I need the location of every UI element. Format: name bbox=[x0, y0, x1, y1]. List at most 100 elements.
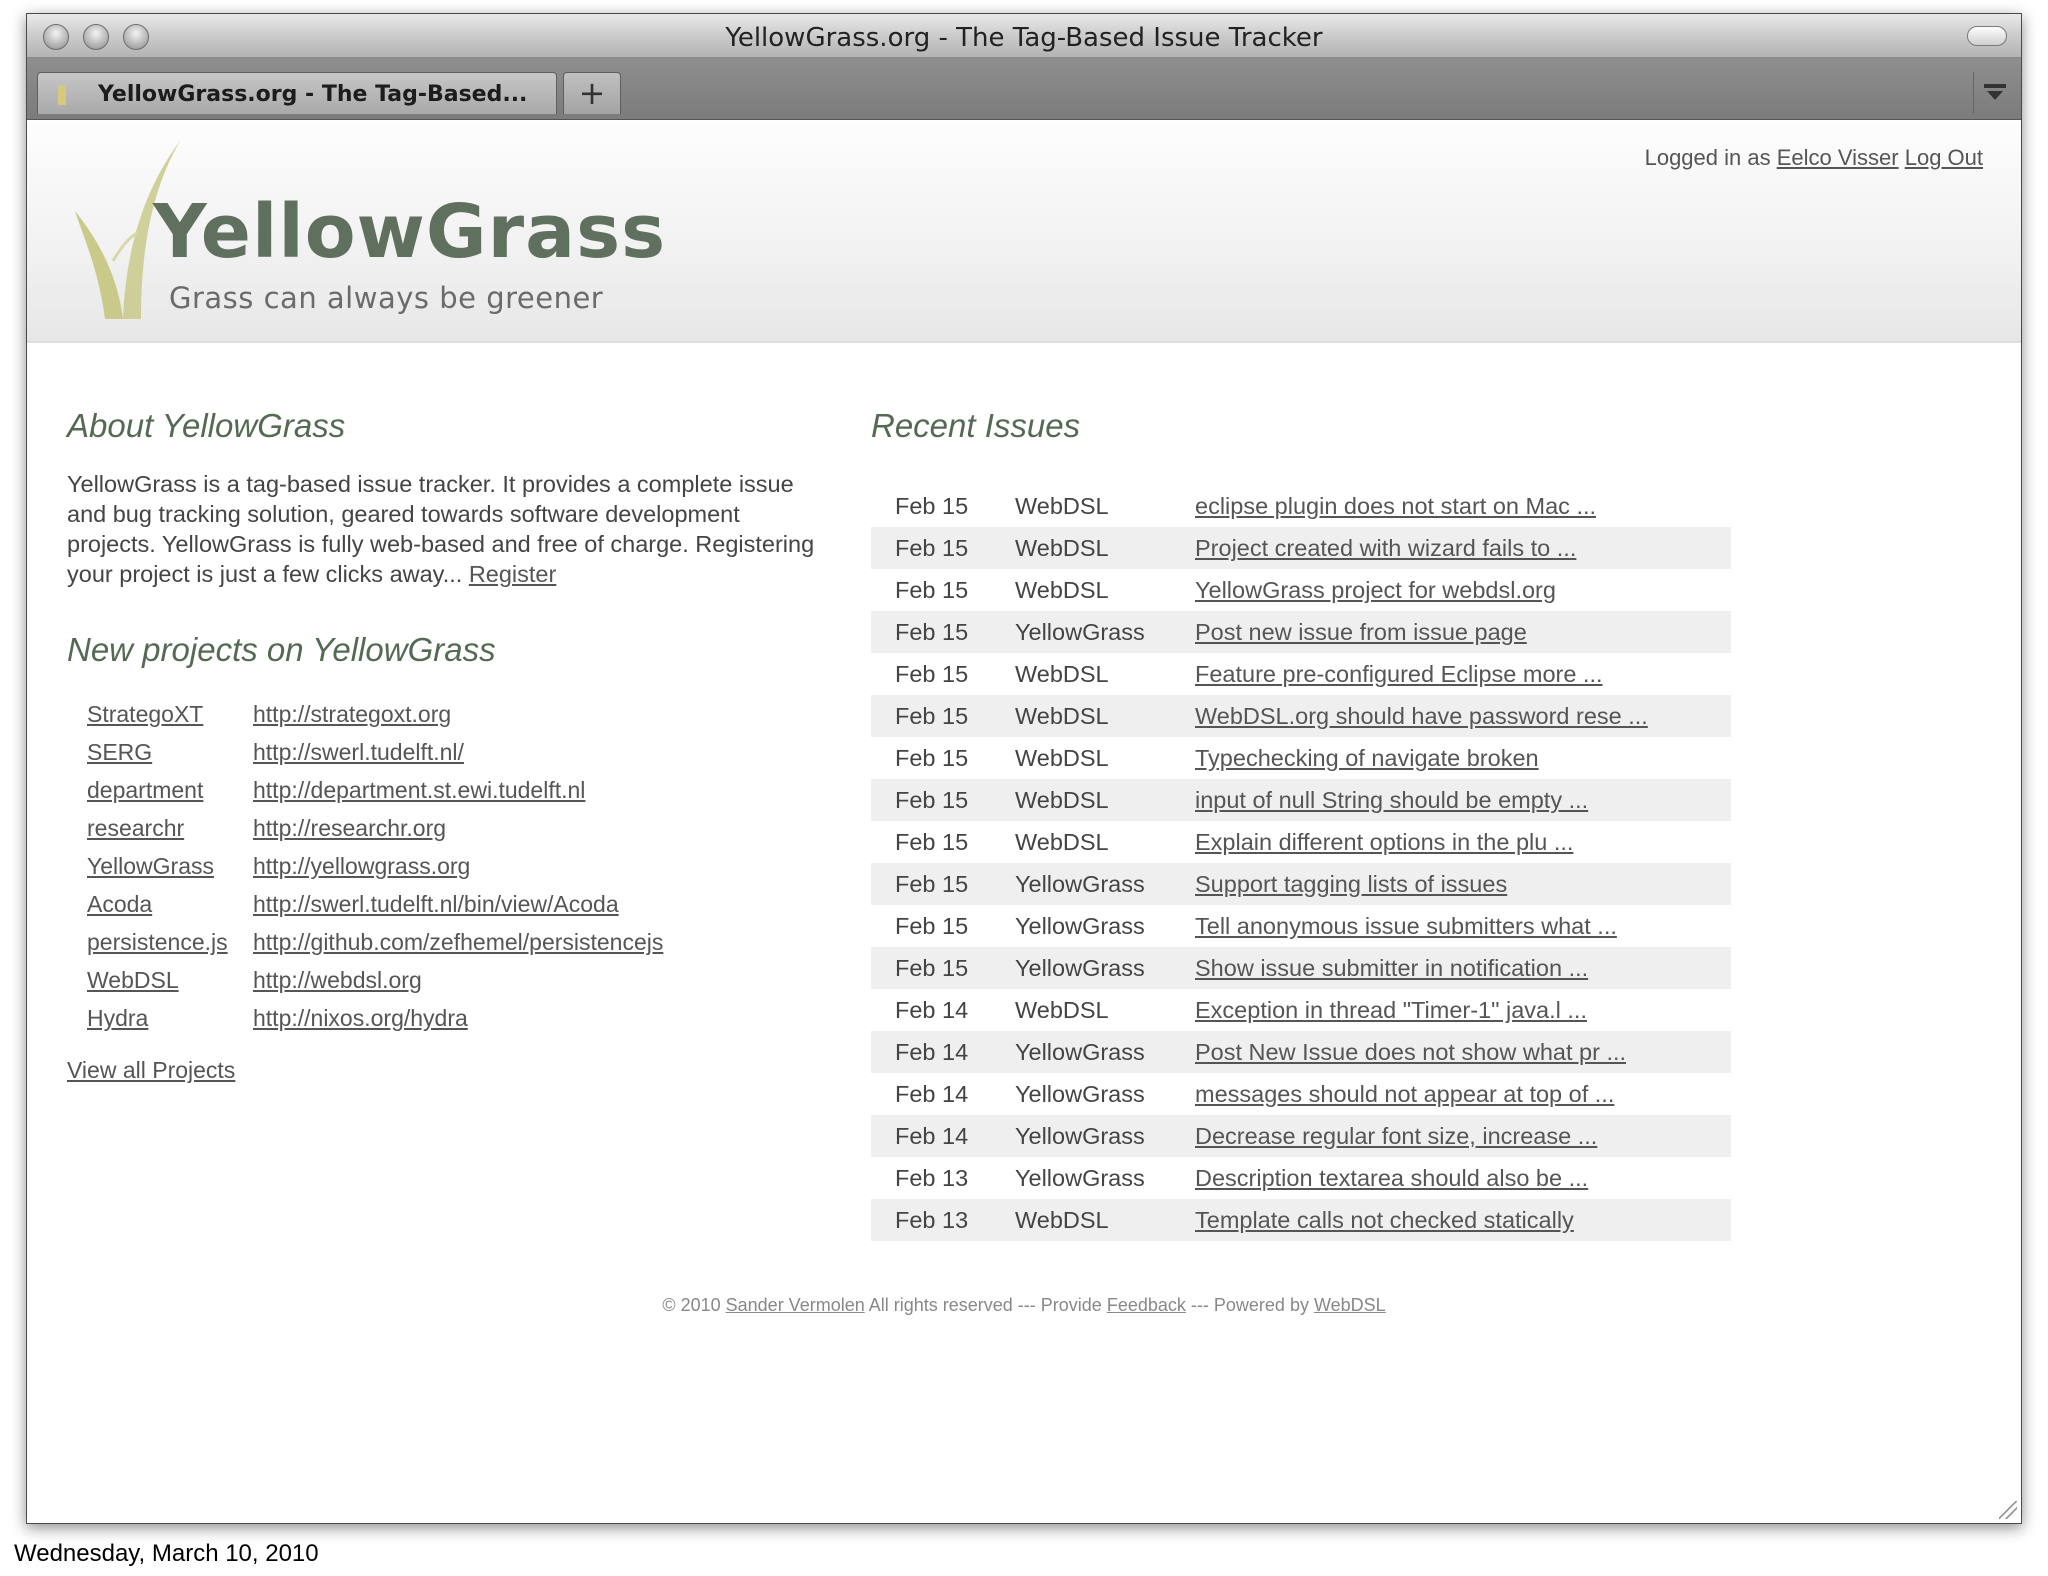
issue-title-link[interactable]: Post New Issue does not show what pr ... bbox=[1195, 1039, 1626, 1065]
issue-title-link[interactable]: Post new issue from issue page bbox=[1195, 619, 1527, 645]
tab-label: YellowGrass.org - The Tag-Based... bbox=[98, 82, 528, 107]
issue-title-link[interactable]: Tell anonymous issue submitters what ... bbox=[1195, 913, 1617, 939]
issue-title-cell: Tell anonymous issue submitters what ... bbox=[1195, 905, 1731, 947]
project-name-link[interactable]: YellowGrass bbox=[87, 853, 214, 879]
view-all-projects-link[interactable]: View all Projects bbox=[67, 1057, 235, 1084]
author-link[interactable]: Sander Vermolen bbox=[726, 1295, 865, 1315]
issue-title-link[interactable]: messages should not appear at top of ... bbox=[1195, 1081, 1614, 1107]
issue-title-link[interactable]: Decrease regular font size, increase ... bbox=[1195, 1123, 1597, 1149]
issue-row: Feb 15 YellowGrass Show issue submitter in… bbox=[871, 947, 1731, 989]
tab-overflow-menu-icon[interactable] bbox=[1973, 72, 2013, 114]
tab-yellowgrass[interactable]: YellowGrass.org - The Tag-Based... bbox=[37, 72, 557, 114]
register-link[interactable]: Register bbox=[469, 561, 557, 587]
project-name-cell: WebDSL bbox=[67, 961, 253, 999]
project-url-link[interactable]: http://swerl.tudelft.nl/ bbox=[253, 739, 464, 765]
project-row: Acoda http://swerl.tudelft.nl/bin/view/Ac… bbox=[67, 885, 663, 923]
user-profile-link[interactable]: Eelco Visser bbox=[1777, 145, 1899, 170]
logout-link[interactable]: Log Out bbox=[1905, 145, 1983, 170]
webdsl-link[interactable]: WebDSL bbox=[1314, 1295, 1386, 1315]
issue-title-link[interactable]: Typechecking of navigate broken bbox=[1195, 745, 1539, 771]
project-url-link[interactable]: http://researchr.org bbox=[253, 815, 446, 841]
issue-date: Feb 14 bbox=[895, 996, 969, 1023]
project-url-link[interactable]: http://department.st.ewi.tudelft.nl bbox=[253, 777, 585, 803]
project-url-cell: http://department.st.ewi.tudelft.nl bbox=[253, 771, 663, 809]
issue-project: WebDSL bbox=[1015, 576, 1109, 603]
issue-date: Feb 15 bbox=[895, 786, 969, 813]
project-row: persistence.js http://github.com/zefhemel… bbox=[67, 923, 663, 961]
issue-date: Feb 15 bbox=[895, 954, 969, 981]
issue-row: Feb 15 WebDSL eclipse plugin does not star… bbox=[871, 485, 1731, 527]
issue-project: WebDSL bbox=[1015, 702, 1109, 729]
issue-title-cell: input of null String should be empty ... bbox=[1195, 779, 1731, 821]
project-name-cell: Hydra bbox=[67, 999, 253, 1037]
logo-title[interactable]: YellowGrass bbox=[153, 189, 666, 275]
issue-date: Feb 15 bbox=[895, 660, 969, 687]
project-name-cell: YellowGrass bbox=[67, 847, 253, 885]
resize-grip-icon[interactable] bbox=[1999, 1501, 2017, 1519]
issue-row: Feb 15 WebDSL Explain different options in… bbox=[871, 821, 1731, 863]
issue-date: Feb 15 bbox=[895, 744, 969, 771]
project-name-link[interactable]: Acoda bbox=[87, 891, 152, 917]
project-url-cell: http://strategoxt.org bbox=[253, 695, 663, 733]
project-name-link[interactable]: StrategoXT bbox=[87, 701, 203, 727]
issue-title-link[interactable]: Support tagging lists of issues bbox=[1195, 871, 1507, 897]
copyright-text: © 2010 bbox=[662, 1295, 721, 1315]
issue-date: Feb 15 bbox=[895, 702, 969, 729]
issue-title-link[interactable]: Feature pre-configured Eclipse more ... bbox=[1195, 661, 1603, 687]
project-url-link[interactable]: http://yellowgrass.org bbox=[253, 853, 470, 879]
project-url-link[interactable]: http://strategoxt.org bbox=[253, 701, 451, 727]
issue-date: Feb 14 bbox=[895, 1080, 969, 1107]
issue-date: Feb 15 bbox=[895, 534, 969, 561]
issue-title-link[interactable]: Show issue submitter in notification ... bbox=[1195, 955, 1588, 981]
issue-title-link[interactable]: Description textarea should also be ... bbox=[1195, 1165, 1588, 1191]
issue-project: WebDSL bbox=[1015, 996, 1109, 1023]
project-row: YellowGrass http://yellowgrass.org bbox=[67, 847, 663, 885]
issue-project: WebDSL bbox=[1015, 492, 1109, 519]
about-heading: About YellowGrass bbox=[67, 407, 346, 444]
issue-row: Feb 15 WebDSL input of null String should … bbox=[871, 779, 1731, 821]
project-name-link[interactable]: SERG bbox=[87, 739, 152, 765]
tab-strip: YellowGrass.org - The Tag-Based... + bbox=[27, 58, 2021, 120]
issue-title-cell: WebDSL.org should have password rese ... bbox=[1195, 695, 1731, 737]
issue-title-link[interactable]: Explain different options in the plu ... bbox=[1195, 829, 1573, 855]
login-status: Logged in as Eelco Visser Log Out bbox=[1645, 145, 1983, 171]
issue-title-link[interactable]: Exception in thread "Timer-1" java.l ... bbox=[1195, 997, 1587, 1023]
project-name-link[interactable]: WebDSL bbox=[87, 967, 179, 993]
project-row: WebDSL http://webdsl.org bbox=[67, 961, 663, 999]
project-name-link[interactable]: researchr bbox=[87, 815, 184, 841]
issue-row: Feb 15 YellowGrass Support tagging lists o… bbox=[871, 863, 1731, 905]
project-name-link[interactable]: department bbox=[87, 777, 203, 803]
project-url-cell: http://researchr.org bbox=[253, 809, 663, 847]
project-url-cell: http://swerl.tudelft.nl/ bbox=[253, 733, 663, 771]
new-tab-button[interactable]: + bbox=[563, 72, 621, 114]
issue-row: Feb 14 YellowGrass Decrease regular font s… bbox=[871, 1115, 1731, 1157]
issue-row: Feb 15 WebDSL WebDSL.org should have passw… bbox=[871, 695, 1731, 737]
issue-title-cell: Decrease regular font size, increase ... bbox=[1195, 1115, 1731, 1157]
project-url-link[interactable]: http://github.com/zefhemel/persistencejs bbox=[253, 929, 663, 955]
new-projects-heading: New projects on YellowGrass bbox=[67, 631, 496, 668]
issue-title-link[interactable]: WebDSL.org should have password rese ... bbox=[1195, 703, 1648, 729]
issue-title-cell: Explain different options in the plu ... bbox=[1195, 821, 1731, 863]
issue-title-cell: Feature pre-configured Eclipse more ... bbox=[1195, 653, 1731, 695]
title-bar[interactable]: YellowGrass.org - The Tag-Based Issue Tr… bbox=[27, 14, 2021, 58]
about-body: YellowGrass is a tag-based issue tracker… bbox=[67, 471, 815, 587]
issue-title-link[interactable]: Project created with wizard fails to ... bbox=[1195, 535, 1576, 561]
issue-title-link[interactable]: eclipse plugin does not start on Mac ... bbox=[1195, 493, 1596, 519]
issue-title-cell: Post new issue from issue page bbox=[1195, 611, 1731, 653]
project-url-link[interactable]: http://webdsl.org bbox=[253, 967, 422, 993]
issue-row: Feb 14 WebDSL Exception in thread "Timer-1… bbox=[871, 989, 1731, 1031]
issue-title-link[interactable]: input of null String should be empty ... bbox=[1195, 787, 1588, 813]
project-name-cell: persistence.js bbox=[67, 923, 253, 961]
project-url-link[interactable]: http://nixos.org/hydra bbox=[253, 1005, 468, 1031]
project-url-link[interactable]: http://swerl.tudelft.nl/bin/view/Acoda bbox=[253, 891, 619, 917]
issue-title-cell: messages should not appear at top of ... bbox=[1195, 1073, 1731, 1115]
recent-issues-section: Recent Issues Feb 15 WebDSL eclipse plugin… bbox=[871, 407, 1731, 1241]
project-name-link[interactable]: Hydra bbox=[87, 1005, 148, 1031]
issue-title-link[interactable]: YellowGrass project for webdsl.org bbox=[1195, 577, 1556, 603]
issue-project: WebDSL bbox=[1015, 744, 1109, 771]
feedback-link[interactable]: Feedback bbox=[1107, 1295, 1186, 1315]
issue-row: Feb 14 YellowGrass messages should not app… bbox=[871, 1073, 1731, 1115]
project-name-link[interactable]: persistence.js bbox=[87, 929, 228, 955]
issue-title-link[interactable]: Template calls not checked statically bbox=[1195, 1207, 1574, 1233]
toolbar-toggle-button[interactable] bbox=[1967, 26, 2007, 46]
